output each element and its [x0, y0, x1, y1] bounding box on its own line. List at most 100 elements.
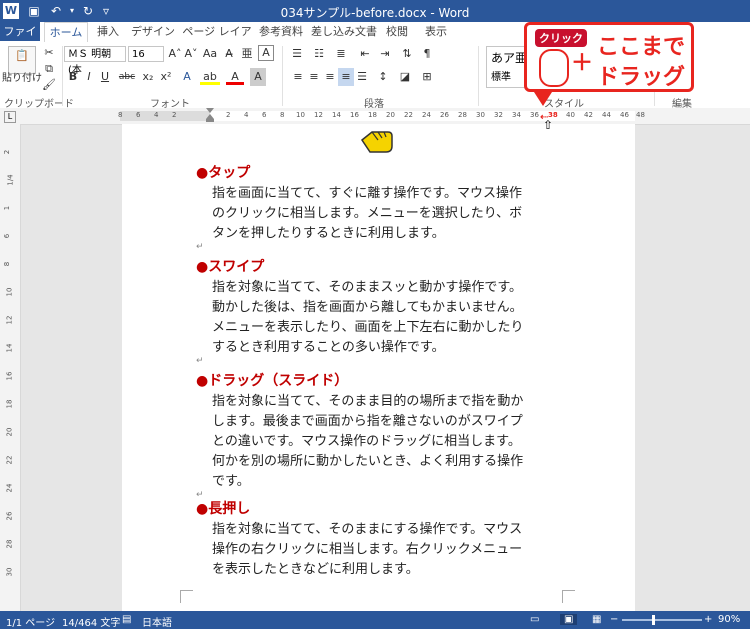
- vruler-tick: 26: [5, 511, 14, 521]
- callout-line-1: ここまで: [597, 35, 686, 60]
- font-color-icon[interactable]: A: [226, 68, 244, 86]
- group-separator: [478, 46, 479, 106]
- instruction-callout: クリック ＋ ここまで ドラッグ: [524, 22, 694, 92]
- character-border-icon[interactable]: A: [258, 45, 274, 61]
- phonetic-guide-icon[interactable]: 亜: [238, 45, 256, 63]
- vruler-tick: 1/4: [6, 174, 15, 186]
- highlight-icon[interactable]: ab: [200, 68, 220, 86]
- tab-mailings[interactable]: 差し込み文書: [310, 22, 378, 41]
- show-marks-icon[interactable]: ¶: [418, 45, 436, 63]
- horizontal-ruler[interactable]: L 8 6 4 2 2 4 6 8 10 12 14 16 18 20 22 2…: [0, 108, 750, 125]
- status-language[interactable]: 日本語: [142, 614, 172, 629]
- grow-font-icon[interactable]: A˄: [168, 45, 182, 63]
- zoom-level[interactable]: 90%: [718, 614, 740, 625]
- status-page[interactable]: 1/1 ページ: [6, 614, 55, 629]
- vruler-tick: 2: [3, 149, 12, 155]
- ruler-tick: 44: [602, 111, 611, 119]
- bullets-icon[interactable]: ☰: [288, 45, 306, 63]
- ruler-tick: 42: [584, 111, 593, 119]
- tab-page-layout[interactable]: ページ レイアウト: [180, 22, 254, 57]
- title-bar: W ▣ ↶ ▾ ↻ ▿ 034サンプル-before.docx - Word: [0, 0, 750, 22]
- read-mode-icon[interactable]: ▭: [530, 614, 539, 625]
- clear-format-icon[interactable]: A̶: [222, 45, 236, 63]
- format-painter-icon[interactable]: 🖌: [42, 76, 56, 94]
- body-line: します。最後まで画面から指を離さないのがスワイプ: [212, 414, 523, 429]
- document-page[interactable]: ●タップ 指を画面に当てて、すぐに離す操作です。マウス操作 のクリックに相当しま…: [122, 124, 635, 611]
- body-line: 指を対象に当てて、そのままにする操作です。マウス: [212, 522, 523, 537]
- bold-button[interactable]: B: [66, 68, 80, 86]
- ruler-tick: 12: [314, 111, 323, 119]
- shading-icon[interactable]: ◪: [396, 68, 414, 86]
- tab-file[interactable]: ファイル: [0, 22, 40, 57]
- zoom-in-icon[interactable]: +: [704, 614, 712, 625]
- borders-icon[interactable]: ⊞: [418, 68, 436, 86]
- print-layout-icon[interactable]: ▣: [560, 614, 578, 625]
- ruler-tick: 20: [386, 111, 395, 119]
- tab-selector-icon[interactable]: L: [4, 111, 16, 123]
- line-spacing-icon[interactable]: ↕: [374, 68, 392, 86]
- sort-icon[interactable]: ⇅: [398, 45, 416, 63]
- tab-review[interactable]: 校閲: [382, 22, 412, 41]
- tab-references[interactable]: 参考資料: [258, 22, 304, 41]
- crop-mark: [562, 590, 575, 603]
- vruler-tick: 28: [5, 539, 14, 549]
- body-line: 指を画面に当てて、すぐに離す操作です。マウス操作: [212, 186, 523, 201]
- subscript-button[interactable]: x₂: [140, 68, 156, 86]
- italic-button[interactable]: I: [82, 68, 96, 86]
- tab-design[interactable]: デザイン: [130, 22, 176, 41]
- vruler-tick: 10: [5, 287, 14, 297]
- callout-line-2: ドラッグ: [597, 65, 686, 90]
- ruler-tick: 16: [350, 111, 359, 119]
- text-effects-icon[interactable]: A: [178, 68, 196, 86]
- ruler-margin-left: [120, 111, 210, 121]
- ruler-tick: 46: [620, 111, 629, 119]
- underline-button[interactable]: U: [98, 68, 112, 86]
- tab-insert[interactable]: 挿入: [90, 22, 126, 41]
- ruler-tick: 6: [136, 111, 141, 119]
- shrink-font-icon[interactable]: A˅: [184, 45, 198, 63]
- proofing-icon[interactable]: ▤: [122, 614, 131, 625]
- web-layout-icon[interactable]: ▦: [592, 614, 601, 625]
- tab-view[interactable]: 表示: [418, 22, 454, 41]
- ruler-tick: 24: [422, 111, 431, 119]
- ruler-tick: 26: [440, 111, 449, 119]
- vertical-ruler[interactable]: 2 1/4 1 6 8 10 12 14 16 18 20 22 24 26 2…: [0, 124, 21, 611]
- zoom-slider[interactable]: [622, 619, 702, 621]
- ruler-tick: 8: [118, 111, 123, 119]
- align-right-icon[interactable]: ≡: [322, 68, 338, 86]
- justify-icon[interactable]: ≡: [338, 68, 354, 86]
- indent-marker-icon[interactable]: [206, 108, 214, 124]
- plus-sign: ＋: [571, 51, 594, 76]
- ruler-tick: 8: [280, 111, 285, 119]
- zoom-out-icon[interactable]: −: [610, 614, 618, 625]
- font-size-select[interactable]: 16: [128, 46, 164, 62]
- group-separator: [282, 46, 283, 106]
- distributed-icon[interactable]: ☰: [354, 68, 370, 86]
- mouse-icon: [539, 49, 569, 87]
- zoom-slider-thumb[interactable]: [652, 615, 655, 625]
- paste-button[interactable]: 貼り付け: [2, 70, 42, 88]
- change-case-icon[interactable]: Aa: [202, 45, 218, 63]
- font-name-select[interactable]: ＭＳ 明朝 (本: [64, 46, 126, 76]
- increase-indent-icon[interactable]: ⇥: [376, 45, 394, 63]
- tab-home[interactable]: ホーム: [44, 22, 88, 43]
- vruler-tick: 22: [5, 455, 14, 465]
- align-left-icon[interactable]: ≡: [290, 68, 306, 86]
- character-shading-icon[interactable]: A: [250, 68, 266, 86]
- crop-mark: [180, 590, 193, 603]
- paragraph-mark-icon: ↵: [196, 242, 204, 252]
- ruler-tick: 14: [332, 111, 341, 119]
- align-center-icon[interactable]: ≡: [306, 68, 322, 86]
- strikethrough-button[interactable]: abc: [116, 68, 138, 86]
- superscript-button[interactable]: x²: [158, 68, 174, 86]
- ruler-tick: 34: [512, 111, 521, 119]
- vruler-tick: 18: [5, 399, 14, 409]
- numbering-icon[interactable]: ☷: [310, 45, 328, 63]
- multilevel-list-icon[interactable]: ≣: [332, 45, 350, 63]
- vruler-tick: 12: [5, 315, 14, 325]
- decrease-indent-icon[interactable]: ⇤: [356, 45, 374, 63]
- ruler-tick: 10: [296, 111, 305, 119]
- ruler-tick: 18: [368, 111, 377, 119]
- status-word-count[interactable]: 14/464 文字: [62, 614, 120, 629]
- vruler-tick: 14: [5, 343, 14, 353]
